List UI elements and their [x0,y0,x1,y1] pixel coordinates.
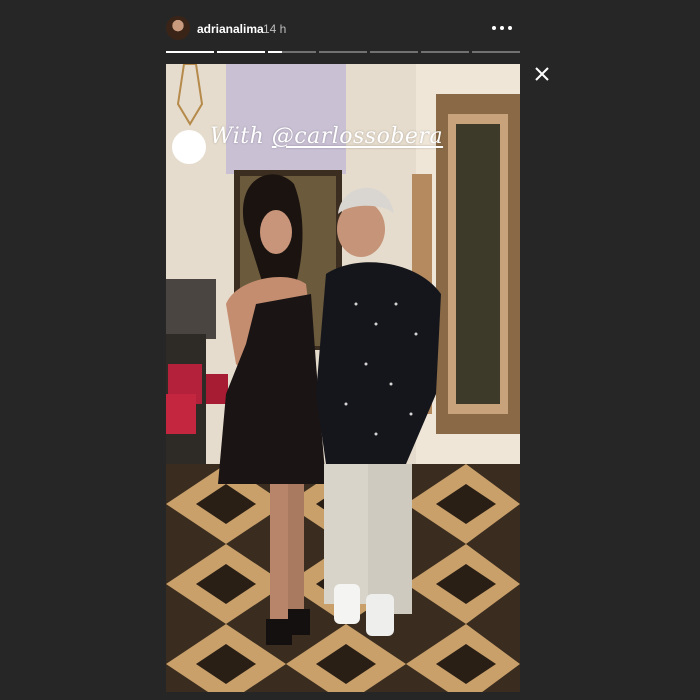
story-image[interactable] [166,64,520,692]
progress-segment [370,51,418,53]
progress-segment [421,51,469,53]
progress-segment [268,51,316,53]
story-caption: With @carlossobera [210,124,443,149]
close-icon[interactable] [532,64,552,84]
progress-segment [472,51,520,53]
progress-segment [319,51,367,53]
caption-mention[interactable]: @carlossobera [272,124,443,149]
avatar[interactable] [166,16,190,40]
post-time: 14 h [263,22,287,36]
username[interactable]: adrianalima [197,22,264,36]
story-header: adrianalima 14 h [166,14,520,44]
story-progress-bar [166,51,520,53]
progress-segment [217,51,265,53]
progress-segment [166,51,214,53]
sticker-dot [172,130,206,164]
more-options-icon[interactable] [490,18,514,38]
caption-prefix: With [210,124,272,149]
